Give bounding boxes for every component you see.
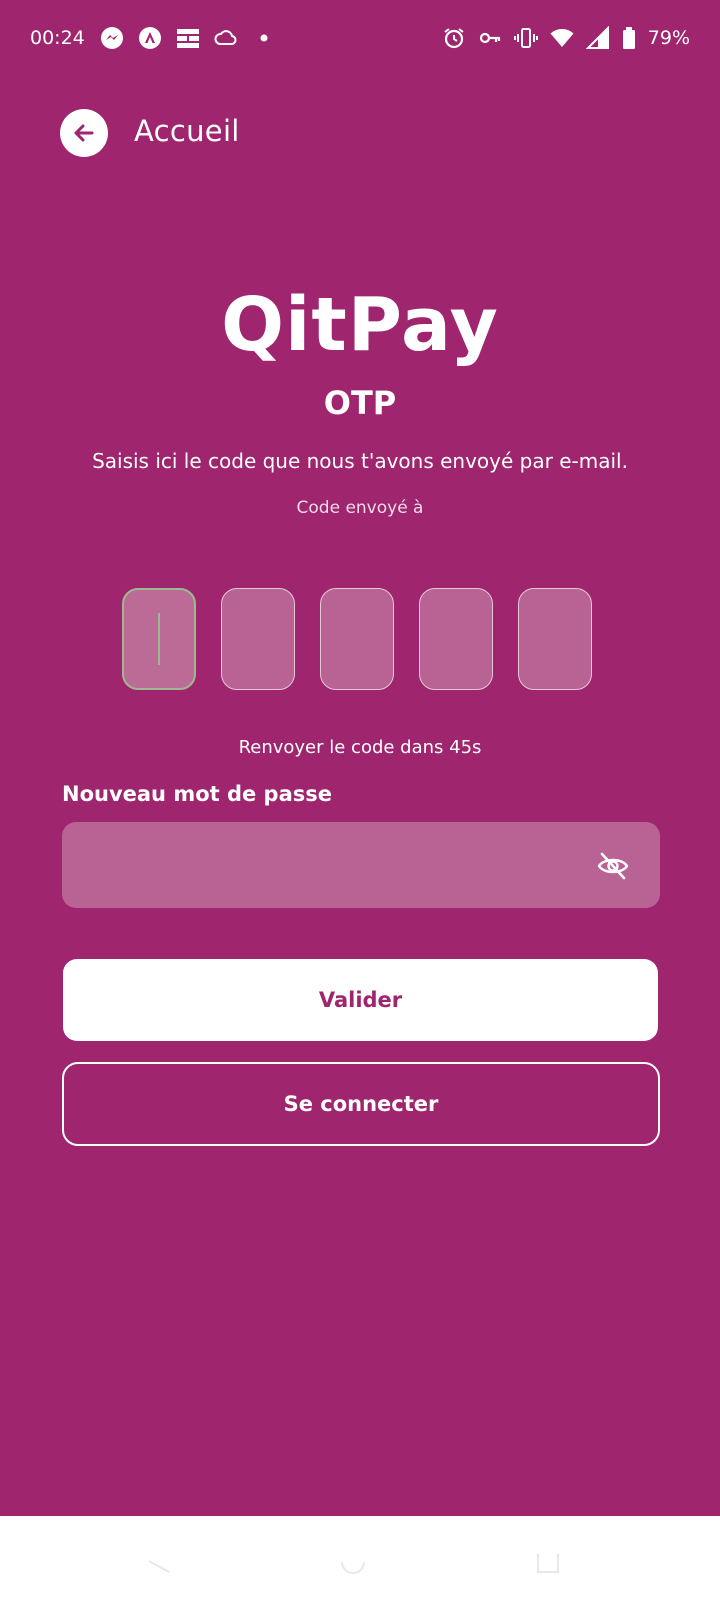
messenger-icon [100, 26, 124, 50]
otp-digit-4[interactable] [419, 588, 493, 690]
otp-digit-1[interactable] [122, 588, 196, 690]
validate-button[interactable]: Valider [63, 959, 658, 1041]
resend-code-timer[interactable]: Renvoyer le code dans 45s [0, 737, 720, 758]
status-system-icons: 79% [442, 26, 690, 50]
login-button[interactable]: Se connecter [62, 1062, 660, 1146]
app-a-icon [138, 26, 162, 50]
status-bar: 00:24 79% [0, 0, 720, 80]
new-password-field[interactable] [62, 822, 660, 910]
text-cursor [158, 613, 160, 665]
eye-off-icon[interactable] [596, 849, 630, 883]
otp-input-group [122, 588, 592, 690]
key-icon [478, 26, 502, 50]
brand-logo: QitPay [221, 282, 499, 368]
new-password-label: Nouveau mot de passe [62, 782, 333, 806]
page-title: OTP [323, 384, 397, 422]
status-notification-icons [100, 26, 276, 50]
wall-icon [176, 26, 200, 50]
otp-digit-3[interactable] [320, 588, 394, 690]
back-button[interactable] [60, 109, 108, 157]
signal-icon [585, 26, 610, 50]
otp-digit-2[interactable] [221, 588, 295, 690]
arrow-left-icon [70, 119, 98, 147]
vibrate-icon [513, 26, 538, 50]
otp-digit-5[interactable] [518, 588, 592, 690]
dot-icon [252, 26, 276, 50]
nav-recents-icon[interactable] [533, 1546, 563, 1576]
system-navigation-bar [0, 1516, 720, 1600]
nav-home-icon[interactable] [338, 1546, 368, 1576]
status-time: 00:24 [30, 27, 85, 49]
back-label[interactable]: Accueil [134, 114, 240, 148]
new-password-input[interactable] [82, 822, 566, 910]
alarm-icon [442, 26, 466, 50]
cloud-icon [214, 26, 238, 50]
battery-level: 79% [647, 27, 690, 49]
otp-instruction: Saisis ici le code que nous t'avons envo… [92, 449, 628, 473]
battery-icon [622, 26, 636, 50]
wifi-icon [550, 26, 574, 50]
code-sent-to: Code envoyé à [296, 498, 424, 518]
nav-back-icon[interactable] [143, 1546, 173, 1576]
